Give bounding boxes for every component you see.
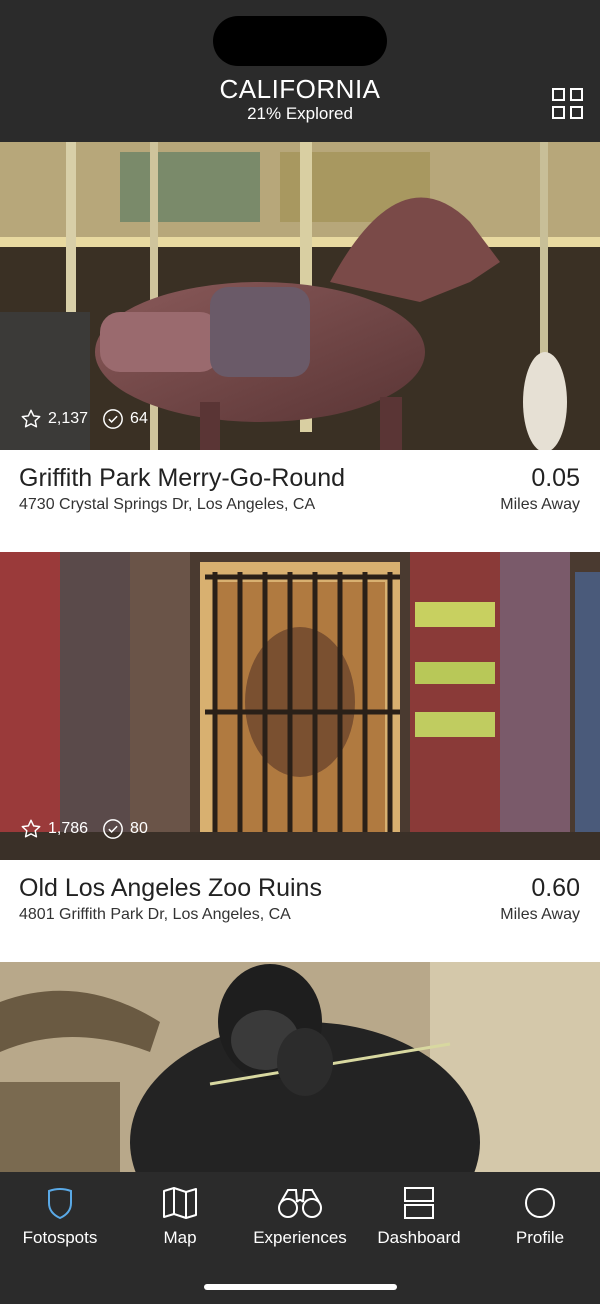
dynamic-island bbox=[213, 16, 387, 66]
shield-icon bbox=[48, 1188, 72, 1220]
distance-unit: Miles Away bbox=[500, 906, 580, 923]
spot-card[interactable]: 2,137 64 Griffith Park Merry-Go-Round 47… bbox=[0, 142, 600, 552]
spot-name: Griffith Park Merry-Go-Round bbox=[19, 464, 346, 492]
spot-name: Old Los Angeles Zoo Ruins bbox=[19, 874, 322, 902]
star-icon[interactable] bbox=[20, 408, 42, 430]
spot-card[interactable] bbox=[0, 962, 600, 1172]
star-icon[interactable] bbox=[20, 818, 42, 840]
page-title: CALIFORNIA bbox=[219, 74, 381, 104]
check-circle-icon[interactable] bbox=[102, 408, 124, 430]
carousel-photo bbox=[0, 142, 600, 450]
tab-label: Map bbox=[163, 1228, 197, 1247]
spot-info[interactable]: Old Los Angeles Zoo Ruins 4801 Griffith … bbox=[0, 860, 600, 962]
tab-fotospots[interactable]: Fotospots bbox=[0, 1186, 120, 1256]
home-indicator[interactable] bbox=[204, 1284, 397, 1290]
header: CALIFORNIA 21% Explored bbox=[0, 0, 600, 142]
spot-stats: 1,786 80 bbox=[20, 818, 162, 840]
spot-address: 4730 Crystal Springs Dr, Los Angeles, CA bbox=[19, 496, 316, 513]
spot-distance: 0.05 bbox=[531, 464, 580, 492]
grid-view-icon[interactable] bbox=[552, 88, 583, 119]
spot-stats: 2,137 64 bbox=[20, 408, 162, 430]
tab-map[interactable]: Map bbox=[120, 1186, 240, 1256]
spot-photo[interactable]: 2,137 64 bbox=[0, 142, 600, 450]
spot-address: 4801 Griffith Park Dr, Los Angeles, CA bbox=[19, 906, 291, 923]
spot-card[interactable]: 1,786 80 Old Los Angeles Zoo Ruins 4801 … bbox=[0, 552, 600, 962]
tab-label: Experiences bbox=[253, 1228, 347, 1247]
tab-profile[interactable]: Profile bbox=[480, 1186, 600, 1256]
profile-circle-icon bbox=[525, 1188, 555, 1218]
binoculars-icon bbox=[278, 1189, 322, 1218]
explored-percentage: 21% Explored bbox=[247, 104, 353, 123]
favorite-count: 1,786 bbox=[48, 820, 89, 837]
favorite-count: 2,137 bbox=[48, 410, 89, 427]
zoo-ruins-photo bbox=[0, 552, 600, 860]
check-circle-icon[interactable] bbox=[102, 818, 124, 840]
tab-dashboard[interactable]: Dashboard bbox=[359, 1186, 479, 1256]
map-icon bbox=[163, 1187, 197, 1219]
tab-label: Dashboard bbox=[377, 1228, 461, 1247]
checkin-count: 64 bbox=[130, 410, 148, 427]
spot-feed[interactable]: 2,137 64 Griffith Park Merry-Go-Round 47… bbox=[0, 142, 600, 1172]
spot-photo[interactable]: 1,786 80 bbox=[0, 552, 600, 860]
spot-photo[interactable] bbox=[0, 962, 600, 1172]
tab-label: Profile bbox=[515, 1228, 565, 1247]
distance-unit: Miles Away bbox=[500, 496, 580, 513]
checkin-count: 80 bbox=[130, 820, 148, 837]
spot-distance: 0.60 bbox=[531, 874, 580, 902]
gorilla-photo bbox=[0, 962, 600, 1172]
tab-label: Fotospots bbox=[22, 1228, 98, 1247]
dashboard-icon bbox=[404, 1187, 434, 1219]
tab-experiences[interactable]: Experiences bbox=[240, 1186, 360, 1256]
spot-info[interactable]: Griffith Park Merry-Go-Round 4730 Crysta… bbox=[0, 450, 600, 552]
